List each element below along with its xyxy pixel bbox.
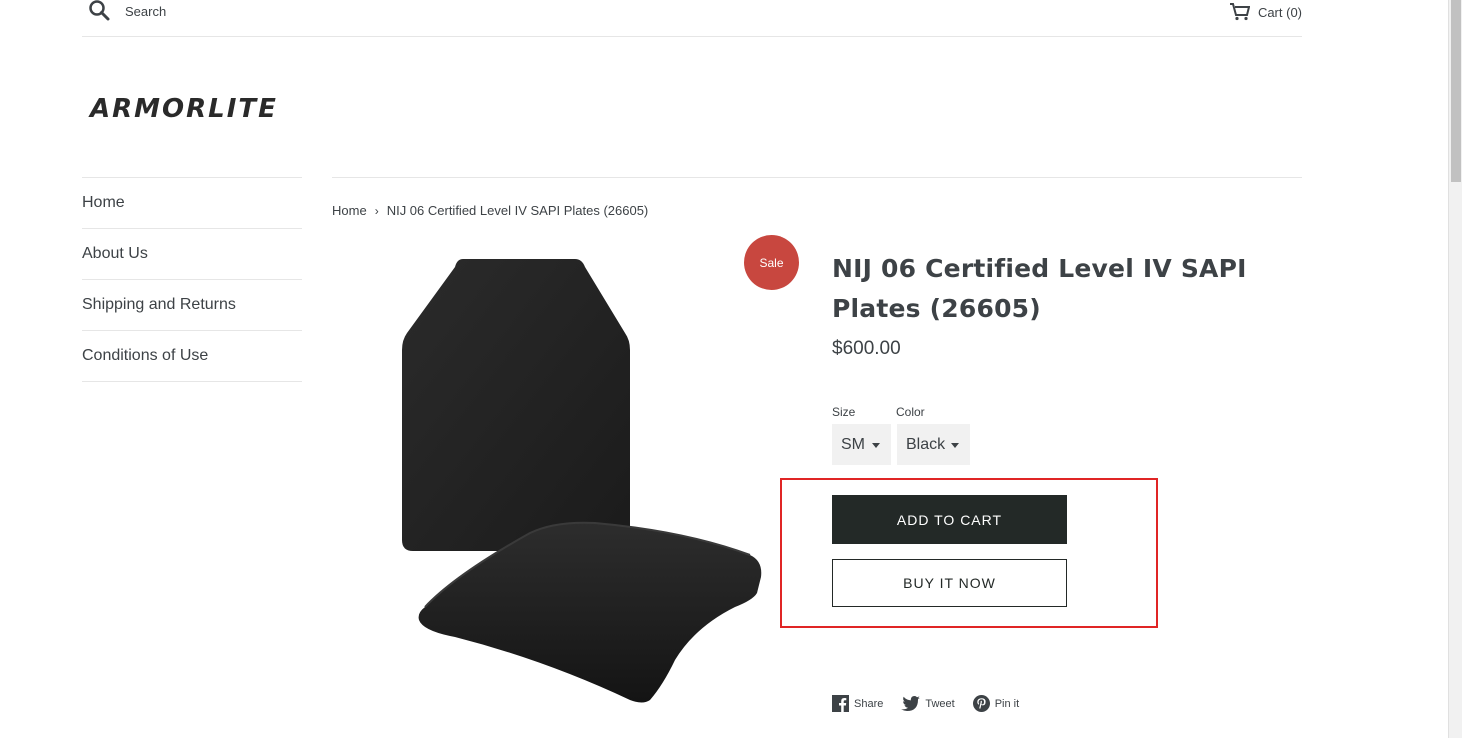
share-facebook-link[interactable]: Share	[832, 695, 883, 712]
share-twitter-label: Tweet	[925, 697, 955, 710]
share-facebook-label: Share	[854, 697, 884, 710]
chevron-down-icon	[951, 443, 959, 448]
add-to-cart-button[interactable]: ADD TO CART	[832, 495, 1067, 544]
share-twitter-link[interactable]: Tweet	[901, 696, 955, 711]
share-pinterest-label: Pin it	[994, 697, 1020, 710]
cart-link[interactable]: Cart (0)	[1229, 2, 1302, 22]
breadcrumb-home-link[interactable]: Home	[332, 203, 367, 218]
pinterest-icon	[972, 695, 990, 712]
facebook-icon	[832, 695, 849, 712]
color-label: Color	[896, 405, 925, 419]
size-select-value: SM	[841, 435, 865, 453]
twitter-icon	[901, 696, 921, 711]
sidebar-item-home[interactable]: Home	[82, 178, 302, 229]
cart-label: Cart (0)	[1257, 4, 1302, 20]
armorlite-logo[interactable]: ARMORLITE	[88, 88, 328, 128]
breadcrumb: Home › NIJ 06 Certified Level IV SAPI Pl…	[332, 203, 648, 218]
sidebar-item-about-us[interactable]: About Us	[82, 229, 302, 280]
buy-it-now-button[interactable]: BUY IT NOW	[832, 559, 1067, 607]
sidebar-item-shipping-and-returns[interactable]: Shipping and Returns	[82, 280, 302, 331]
search-input[interactable]: Search	[125, 4, 166, 19]
breadcrumb-separator: ›	[374, 203, 379, 218]
svg-text:ARMORLITE: ARMORLITE	[88, 94, 278, 124]
color-select-value: Black	[906, 435, 946, 453]
social-share: Share Tweet Pin it	[832, 695, 1019, 712]
page-scrollbar[interactable]	[1448, 0, 1462, 738]
share-pinterest-link[interactable]: Pin it	[972, 695, 1020, 712]
size-label: Size	[832, 405, 856, 419]
breadcrumb-current: NIJ 06 Certified Level IV SAPI Plates (2…	[386, 203, 649, 218]
scrollbar-thumb[interactable]	[1451, 0, 1461, 182]
chevron-down-icon	[872, 443, 880, 448]
site-header: Search Cart (0)	[82, 0, 1302, 37]
product-price: $600.00	[832, 338, 901, 359]
sidebar-item-conditions-of-use[interactable]: Conditions of Use	[82, 331, 302, 382]
cart-icon	[1229, 3, 1250, 21]
sale-badge: Sale	[744, 235, 799, 290]
size-select[interactable]: SM	[832, 424, 891, 465]
search-icon[interactable]	[88, 0, 112, 22]
main-divider	[332, 177, 1302, 178]
product-image[interactable]	[395, 255, 765, 707]
sidebar-nav: Home About Us Shipping and Returns Condi…	[82, 177, 302, 382]
color-select[interactable]: Black	[897, 424, 970, 465]
product-title: NIJ 06 Certified Level IV SAPI Plates (2…	[832, 254, 1247, 323]
